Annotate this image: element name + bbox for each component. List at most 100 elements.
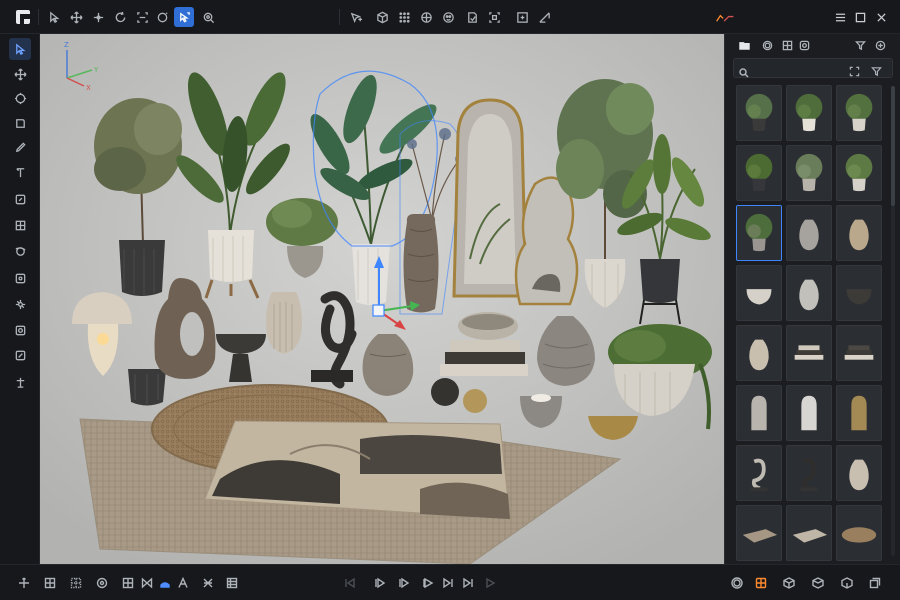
camera-frame-icon[interactable] xyxy=(512,7,532,27)
play-icon[interactable] xyxy=(418,573,438,593)
asset-tile-ribbed-vase[interactable] xyxy=(786,265,832,321)
zoom-target-icon[interactable] xyxy=(198,7,218,27)
orbit-icon[interactable] xyxy=(14,573,34,593)
select-arrow-icon[interactable] xyxy=(44,7,64,27)
maximize-icon[interactable] xyxy=(853,10,867,24)
bottom-toolbar xyxy=(0,564,900,600)
pencil-icon[interactable] xyxy=(9,136,31,158)
target-icon[interactable] xyxy=(92,573,112,593)
text-tool-icon[interactable] xyxy=(9,161,31,183)
arch-mirror-tall xyxy=(452,98,528,298)
asset-tile-book-stack-dark[interactable] xyxy=(836,325,882,381)
focus-box-icon[interactable] xyxy=(9,267,31,289)
asset-tile-glazed-vase[interactable] xyxy=(786,205,832,261)
record-icon[interactable] xyxy=(340,573,360,593)
asset-tile-rug-rectangle[interactable] xyxy=(736,505,782,561)
asset-thumbnail xyxy=(787,266,831,320)
scale-icon[interactable] xyxy=(132,7,152,27)
grid-box-icon[interactable] xyxy=(9,214,31,236)
gear-icon[interactable] xyxy=(758,37,776,53)
grid-active-icon[interactable] xyxy=(751,573,771,593)
asset-tile-fern-white-pot[interactable] xyxy=(786,145,832,201)
snap-icon[interactable] xyxy=(198,573,218,593)
box3-icon[interactable] xyxy=(837,573,857,593)
asset-tile-knot-sculpture[interactable] xyxy=(736,445,782,501)
cursor-plus-icon[interactable] xyxy=(346,7,366,27)
asset-tile-arch-mirror-gold[interactable] xyxy=(836,385,882,441)
asset-tile-small-fern-pot[interactable] xyxy=(836,145,882,201)
rotate-circle-icon[interactable] xyxy=(152,7,172,27)
asset-tile-book-stack-bowl[interactable] xyxy=(786,325,832,381)
sun-icon[interactable] xyxy=(727,573,747,593)
globe-icon[interactable] xyxy=(416,7,436,27)
box2-icon[interactable] xyxy=(808,573,828,593)
list-icon[interactable] xyxy=(222,573,242,593)
asset-tile-ribbed-jar[interactable] xyxy=(736,325,782,381)
rotate-icon[interactable] xyxy=(9,87,31,109)
graph-icon[interactable] xyxy=(712,7,738,27)
zoom-icon[interactable] xyxy=(9,319,31,341)
layer-icon[interactable] xyxy=(9,188,31,210)
close-icon[interactable] xyxy=(874,10,888,24)
capture-icon[interactable] xyxy=(849,62,861,77)
select-icon[interactable] xyxy=(9,38,31,60)
add-icon[interactable] xyxy=(871,37,889,53)
folder-icon[interactable] xyxy=(735,37,753,53)
copy-icon[interactable] xyxy=(865,573,885,593)
asset-tile-arch-mirror[interactable] xyxy=(736,385,782,441)
sphere-icon[interactable] xyxy=(438,7,458,27)
3d-viewport[interactable]: Z Y X xyxy=(40,34,724,564)
box-icon[interactable] xyxy=(779,573,799,593)
asset-tile-stone-vase[interactable] xyxy=(836,205,882,261)
skip-end-icon[interactable] xyxy=(458,573,478,593)
mirror-icon[interactable] xyxy=(137,573,157,593)
translate-icon[interactable] xyxy=(88,7,108,27)
asset-tile-rug-square[interactable] xyxy=(786,505,832,561)
prev-frame-icon[interactable] xyxy=(394,573,414,593)
scrollbar-thumb[interactable] xyxy=(891,86,895,206)
filter-icon[interactable] xyxy=(851,37,869,53)
anchor-icon[interactable] xyxy=(9,371,31,393)
asset-tile-banana-plant-pot[interactable] xyxy=(786,85,832,141)
a-icon[interactable] xyxy=(173,573,193,593)
asset-tile-fern-pot[interactable] xyxy=(836,85,882,141)
focus-icon[interactable] xyxy=(484,7,504,27)
play-outline-icon[interactable] xyxy=(480,573,500,593)
orbit-icon[interactable] xyxy=(9,240,31,262)
filter-settings-icon[interactable] xyxy=(871,62,883,77)
pointer-select-icon[interactable] xyxy=(174,7,194,27)
table-icon[interactable] xyxy=(118,573,138,593)
asset-tile-twig-vase[interactable] xyxy=(786,445,832,501)
grid-icon[interactable] xyxy=(778,37,796,53)
menu-icon[interactable] xyxy=(833,10,847,24)
skip-start-icon[interactable] xyxy=(370,573,390,593)
asset-thumbnail xyxy=(837,506,881,560)
asset-thumbnail xyxy=(737,86,781,140)
asset-search-input[interactable] xyxy=(733,58,893,78)
rotate-icon[interactable] xyxy=(110,7,130,27)
dotted-grid-icon[interactable] xyxy=(66,573,86,593)
grid-icon[interactable] xyxy=(394,7,414,27)
asset-tile-palm-dark-pot[interactable] xyxy=(736,145,782,201)
move-icon[interactable] xyxy=(9,63,31,85)
move-icon[interactable] xyxy=(66,7,86,27)
asset-tile-dark-bowl[interactable] xyxy=(836,265,882,321)
cube-icon[interactable] xyxy=(372,7,392,27)
brush-icon[interactable] xyxy=(9,112,31,134)
cluster-icon[interactable] xyxy=(9,293,31,315)
grid-icon[interactable] xyxy=(40,573,60,593)
asset-scrollbar[interactable] xyxy=(891,86,895,556)
frame-icon[interactable] xyxy=(9,344,31,366)
water-icon[interactable] xyxy=(155,573,175,593)
material-icon[interactable] xyxy=(795,37,813,53)
next-frame-icon[interactable] xyxy=(438,573,458,593)
asset-tile-plant-group[interactable] xyxy=(736,205,782,261)
asset-tile-bowl-white[interactable] xyxy=(736,265,782,321)
asset-tile-arch-stone[interactable] xyxy=(786,385,832,441)
app-window: Z Y X xyxy=(0,0,900,600)
pen-corner-icon[interactable] xyxy=(534,7,554,27)
asset-tile-rug-round[interactable] xyxy=(836,505,882,561)
frame-icon[interactable] xyxy=(462,7,482,27)
asset-tile-olive-tree-pot[interactable] xyxy=(736,85,782,141)
asset-tile-loop-vase[interactable] xyxy=(836,445,882,501)
